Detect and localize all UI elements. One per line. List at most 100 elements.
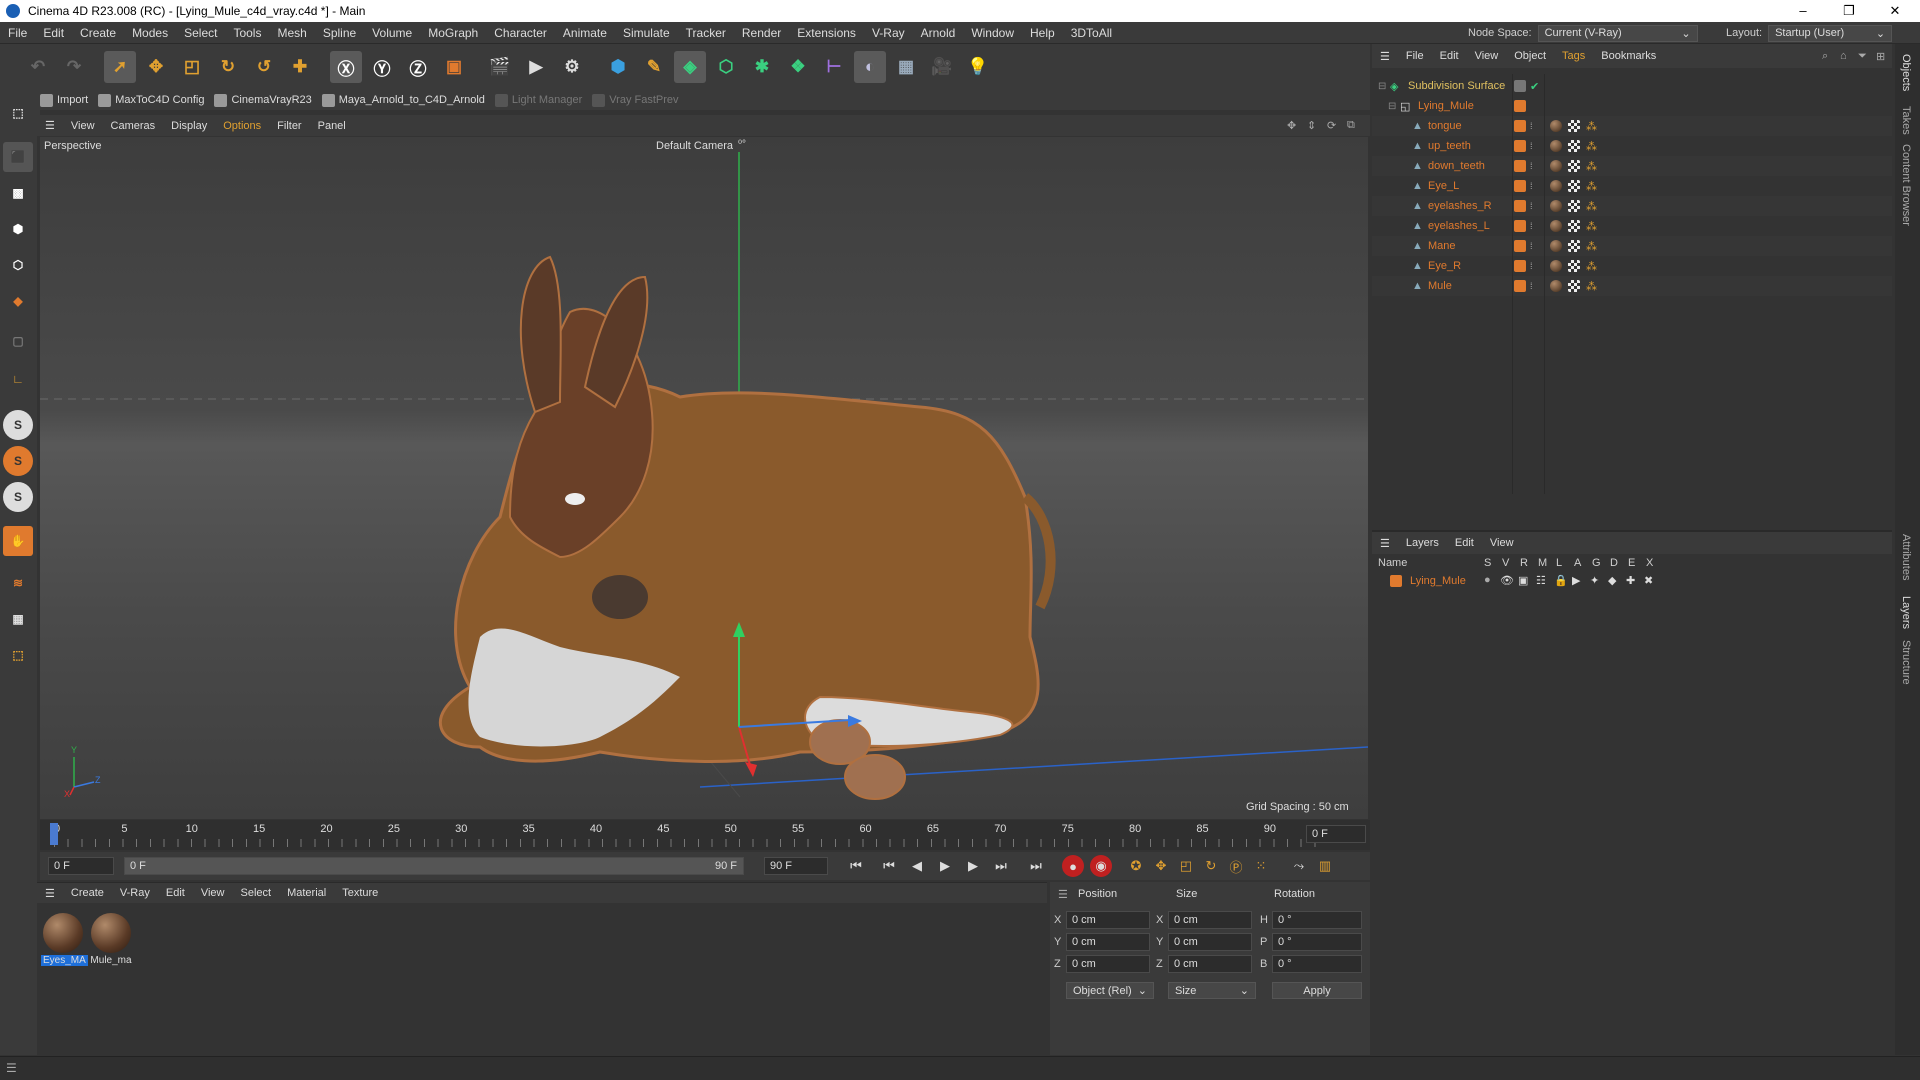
add-tool-icon[interactable]: ✚ <box>284 51 316 83</box>
material-menu-material[interactable]: Material <box>279 887 334 899</box>
layer-col-m[interactable]: M <box>1538 557 1547 569</box>
autokey-icon[interactable]: ◉ <box>1090 855 1112 877</box>
visibility-dots-icon[interactable]: ⁞ <box>1530 221 1533 231</box>
material-tag-icon[interactable] <box>1550 140 1562 152</box>
points-mode-icon[interactable]: ⬢ <box>3 214 33 244</box>
layer-color-icon[interactable] <box>1390 575 1402 587</box>
menu-edit[interactable]: Edit <box>35 26 72 40</box>
menu-simulate[interactable]: Simulate <box>615 26 678 40</box>
menu-mograph[interactable]: MoGraph <box>420 26 486 40</box>
uvw-tag-icon[interactable] <box>1568 140 1580 152</box>
menu-modes[interactable]: Modes <box>124 26 176 40</box>
node-space-dropdown[interactable]: Current (V-Ray) ⌄ <box>1537 24 1698 42</box>
hamburger-icon[interactable]: ☰ <box>1372 537 1398 550</box>
model-mode-icon[interactable]: ⬛ <box>3 142 33 172</box>
array-icon[interactable]: ❖ <box>782 51 814 83</box>
layer-menu-layers[interactable]: Layers <box>1398 537 1447 549</box>
menu-mesh[interactable]: Mesh <box>269 26 314 40</box>
object-row-child[interactable]: ▲ tongue ⁞ ⁂ <box>1372 116 1892 136</box>
new-window-icon[interactable]: ⊞ <box>1876 50 1885 63</box>
material-tag-icon[interactable] <box>1550 160 1562 172</box>
maximize-button[interactable]: ❐ <box>1826 0 1872 22</box>
end-frame-field[interactable]: 90 F <box>764 857 828 875</box>
object-row-child[interactable]: ▲ down_teeth ⁞ ⁂ <box>1372 156 1892 176</box>
tab-structure[interactable]: Structure <box>1900 640 1912 685</box>
menu-create[interactable]: Create <box>72 26 124 40</box>
viewport-menu-filter[interactable]: Filter <box>269 120 309 132</box>
material-menu-select[interactable]: Select <box>233 887 280 899</box>
edges-mode-icon[interactable]: ⬡ <box>3 250 33 280</box>
pen-spline-icon[interactable]: ✎ <box>638 51 670 83</box>
key-param-icon[interactable]: Ⓟ <box>1225 855 1247 877</box>
object-row-child[interactable]: ▲ Mane ⁞ ⁂ <box>1372 236 1892 256</box>
material-tag-icon[interactable] <box>1550 200 1562 212</box>
record-icon[interactable]: ● <box>1062 855 1084 877</box>
object-menu-object[interactable]: Object <box>1506 50 1554 62</box>
light-icon[interactable]: 💡 <box>962 51 994 83</box>
selection-tag-icon[interactable]: ⁂ <box>1586 220 1597 233</box>
layer-col-v[interactable]: V <box>1502 557 1509 569</box>
uvw-tag-icon[interactable] <box>1568 120 1580 132</box>
material-swatch-mule[interactable]: Mule_ma <box>89 913 133 966</box>
viewport-rotate-icon[interactable]: ⟳ <box>1327 119 1336 132</box>
extrude-generator-icon[interactable]: ⬡ <box>710 51 742 83</box>
menu-arnold[interactable]: Arnold <box>913 26 964 40</box>
psr-tool-icon[interactable]: ↺ <box>248 51 280 83</box>
object-row-child[interactable]: ▲ up_teeth ⁞ ⁂ <box>1372 136 1892 156</box>
selection-tag-icon[interactable]: ⁂ <box>1586 260 1597 273</box>
viewport-menu-display[interactable]: Display <box>163 120 215 132</box>
enabled-check-icon[interactable]: ✔ <box>1530 80 1539 93</box>
menu-character[interactable]: Character <box>486 26 555 40</box>
uvw-tag-icon[interactable] <box>1568 240 1580 252</box>
material-swatch-eyes[interactable]: Eyes_MA <box>41 913 88 966</box>
floor-icon[interactable]: ▦ <box>890 51 922 83</box>
hamburger-icon[interactable]: ☰ <box>6 1061 17 1075</box>
floor-grid-icon[interactable]: ≋ <box>3 568 33 598</box>
uvw-tag-icon[interactable] <box>1568 160 1580 172</box>
material-tag-icon[interactable] <box>1550 280 1562 292</box>
size-mode-dropdown[interactable]: Size ⌄ <box>1168 982 1256 999</box>
uv-mode-icon[interactable]: ▢ <box>3 326 33 356</box>
render-icon[interactable]: ▣ <box>1518 574 1528 587</box>
visible-eye-icon[interactable]: 👁 <box>1500 574 1514 587</box>
selection-tag-icon[interactable]: ⁂ <box>1586 140 1597 153</box>
scale-tool-icon[interactable]: ◰ <box>176 51 208 83</box>
collapse-icon[interactable]: ⊟ <box>1388 101 1396 112</box>
menu-window[interactable]: Window <box>963 26 1022 40</box>
keyframe-selection-icon[interactable]: ✪ <box>1125 855 1147 877</box>
cube-primitive-icon[interactable]: ⬢ <box>602 51 634 83</box>
lock-y-axis-icon[interactable]: Ⓨ <box>366 51 398 83</box>
menu-extensions[interactable]: Extensions <box>789 26 864 40</box>
material-menu-create[interactable]: Create <box>63 887 112 899</box>
generators-icon[interactable]: ✦ <box>1590 574 1599 587</box>
object-menu-view[interactable]: View <box>1467 50 1507 62</box>
object-menu-file[interactable]: File <box>1398 50 1432 62</box>
coord-mode-dropdown[interactable]: Object (Rel) ⌄ <box>1066 982 1154 999</box>
hamburger-icon[interactable]: ☰ <box>1058 888 1068 901</box>
rotate-tool-icon[interactable]: ↻ <box>212 51 244 83</box>
apply-button[interactable]: Apply <box>1272 982 1362 999</box>
home-icon[interactable]: ⌂ <box>1840 50 1847 62</box>
layer-col-r[interactable]: R <box>1520 557 1528 569</box>
layer-col-a[interactable]: A <box>1574 557 1581 569</box>
minimize-button[interactable]: – <box>1780 0 1826 22</box>
plugin-cinemavray[interactable]: CinemaVrayR23 <box>214 93 312 107</box>
plugin-maya-arnold[interactable]: Maya_Arnold_to_C4D_Arnold <box>321 93 485 107</box>
hamburger-icon[interactable]: ☰ <box>37 887 63 900</box>
start-frame-field[interactable]: 0 F <box>48 857 114 875</box>
texture-mode-icon[interactable]: ▩ <box>3 178 33 208</box>
make-editable-icon[interactable]: ⬚ <box>3 98 33 128</box>
viewport-menu-view[interactable]: View <box>63 120 103 132</box>
visibility-dots-icon[interactable]: ⁞ <box>1530 201 1533 211</box>
material-tag-icon[interactable] <box>1550 240 1562 252</box>
object-row-child[interactable]: ▲ eyelashes_L ⁞ ⁂ <box>1372 216 1892 236</box>
layer-col-g[interactable]: G <box>1592 557 1601 569</box>
current-frame-field[interactable]: 0 F <box>1306 825 1366 843</box>
object-row-group[interactable]: ⊟ ◱ Lying_Mule <box>1372 96 1892 116</box>
menu-file[interactable]: File <box>0 26 35 40</box>
menu-animate[interactable]: Animate <box>555 26 615 40</box>
pos-x-field[interactable]: 0 cm <box>1066 911 1150 929</box>
previous-frame-icon[interactable]: ◀ <box>906 855 928 877</box>
search-icon[interactable]: ⌕ <box>1822 50 1828 63</box>
3d-viewport[interactable]: Perspective Default Camera ⁰° Grid Spaci… <box>40 137 1368 819</box>
